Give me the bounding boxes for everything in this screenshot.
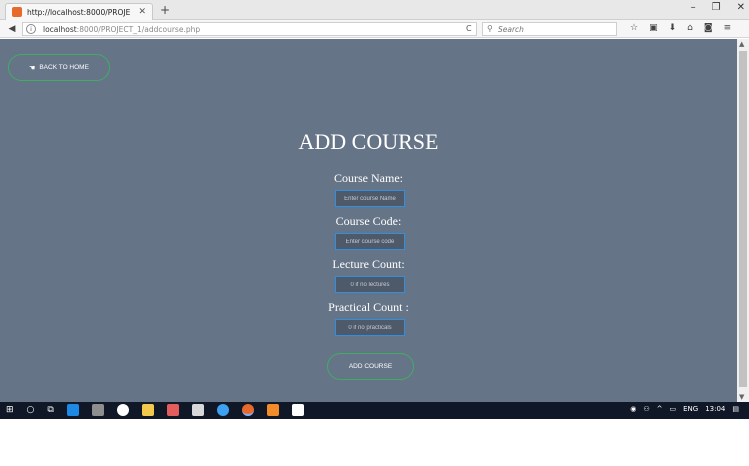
reload-icon[interactable]: C — [466, 24, 472, 33]
url-bar[interactable]: i localhost:8000/PROJECT_1/addcourse.php — [22, 22, 477, 36]
scroll-up-icon[interactable]: ▲ — [739, 40, 744, 48]
lecture-count-input[interactable] — [335, 276, 405, 293]
back-to-home-button[interactable]: ☚ BACK TO HOME — [8, 54, 110, 81]
taskbar: ⊞ ○ ⧉ ◉ ⚇ ^ ▭ ENG 13:04 ▤ — [0, 402, 749, 419]
search-bar[interactable]: ⚲ — [482, 22, 617, 36]
course-code-input[interactable] — [335, 233, 405, 250]
task-view-icon[interactable]: ⧉ — [47, 405, 53, 415]
tab-strip: http://localhost:8000/PROJE ✕ + – ❐ ✕ — [0, 0, 749, 20]
file-explorer-icon[interactable] — [141, 404, 154, 416]
chevron-up-icon[interactable]: ^ — [657, 405, 663, 413]
language-indicator[interactable]: ENG — [683, 405, 698, 413]
window-controls: – ❐ ✕ — [691, 2, 745, 13]
info-icon[interactable]: i — [26, 24, 36, 34]
notification-icon[interactable]: ▤ — [732, 405, 739, 413]
course-name-label: Course Name: — [334, 171, 403, 185]
app-icon[interactable] — [116, 404, 129, 416]
app-icon[interactable] — [91, 404, 104, 416]
url-path: :8000/PROJECT_1/addcourse.php — [76, 25, 201, 34]
page-content: ☚ BACK TO HOME ADD COURSE Course Name: C… — [0, 39, 737, 402]
practical-count-input[interactable] — [335, 319, 405, 336]
restore-button[interactable]: ❐ — [712, 2, 721, 13]
close-window-button[interactable]: ✕ — [737, 2, 745, 13]
search-icon: ⚲ — [487, 24, 493, 33]
photos-icon[interactable] — [291, 404, 304, 416]
edge-icon[interactable] — [66, 404, 79, 416]
new-tab-button[interactable]: + — [160, 3, 170, 17]
vertical-scrollbar[interactable]: ▲ ▼ — [737, 39, 749, 402]
tray-app-icon[interactable]: ◉ — [630, 405, 636, 413]
app-icon[interactable] — [216, 404, 229, 416]
clock[interactable]: 13:04 — [705, 405, 725, 413]
people-icon[interactable]: ⚇ — [643, 405, 649, 413]
course-name-input[interactable] — [335, 190, 405, 207]
reading-list-icon[interactable]: ▣ — [649, 23, 658, 33]
system-tray: ◉ ⚇ ^ ▭ ENG 13:04 ▤ — [630, 405, 739, 413]
blank-area — [0, 419, 749, 466]
course-code-label: Course Code: — [335, 214, 402, 228]
app-icon[interactable] — [191, 404, 204, 416]
add-course-button[interactable]: ADD COURSE — [327, 353, 414, 380]
scroll-thumb[interactable] — [739, 51, 747, 387]
tab-title: http://localhost:8000/PROJE — [27, 7, 131, 17]
search-input[interactable] — [498, 24, 608, 35]
minimize-button[interactable]: – — [691, 2, 696, 13]
close-tab-icon[interactable]: ✕ — [138, 7, 146, 17]
home-icon[interactable]: ⌂ — [687, 23, 693, 33]
practical-count-label: Practical Count : — [328, 300, 409, 314]
menu-icon[interactable]: ≡ — [724, 23, 732, 33]
browser-tab[interactable]: http://localhost:8000/PROJE ✕ — [5, 3, 153, 20]
search-icon[interactable]: ○ — [27, 405, 35, 415]
star-icon[interactable]: ☆ — [630, 23, 638, 33]
app-icon[interactable] — [166, 404, 179, 416]
firefox-icon[interactable] — [241, 404, 254, 416]
back-to-home-label: BACK TO HOME — [39, 64, 89, 71]
download-icon[interactable]: ⬇ — [669, 23, 677, 33]
start-icon[interactable]: ⊞ — [6, 405, 14, 415]
nav-bar: ◀ i localhost:8000/PROJECT_1/addcourse.p… — [0, 20, 749, 38]
taskbar-apps: ⊞ ○ ⧉ — [6, 404, 304, 416]
toolbar-icons: ☆ ▣ ⬇ ⌂ ◙ ≡ — [630, 23, 731, 33]
back-arrow-icon[interactable]: ◀ — [6, 23, 18, 35]
page-title: ADD COURSE — [298, 129, 439, 154]
hand-pointer-icon: ☚ — [29, 64, 36, 72]
url-text[interactable]: localhost:8000/PROJECT_1/addcourse.php — [43, 25, 200, 34]
lecture-count-label: Lecture Count: — [332, 257, 405, 271]
scroll-down-icon[interactable]: ▼ — [739, 393, 744, 401]
pocket-icon[interactable]: ◙ — [704, 23, 713, 33]
app-icon[interactable] — [266, 404, 279, 416]
battery-icon[interactable]: ▭ — [669, 405, 676, 413]
favicon-icon — [12, 7, 22, 17]
url-host: localhost — [43, 25, 77, 34]
